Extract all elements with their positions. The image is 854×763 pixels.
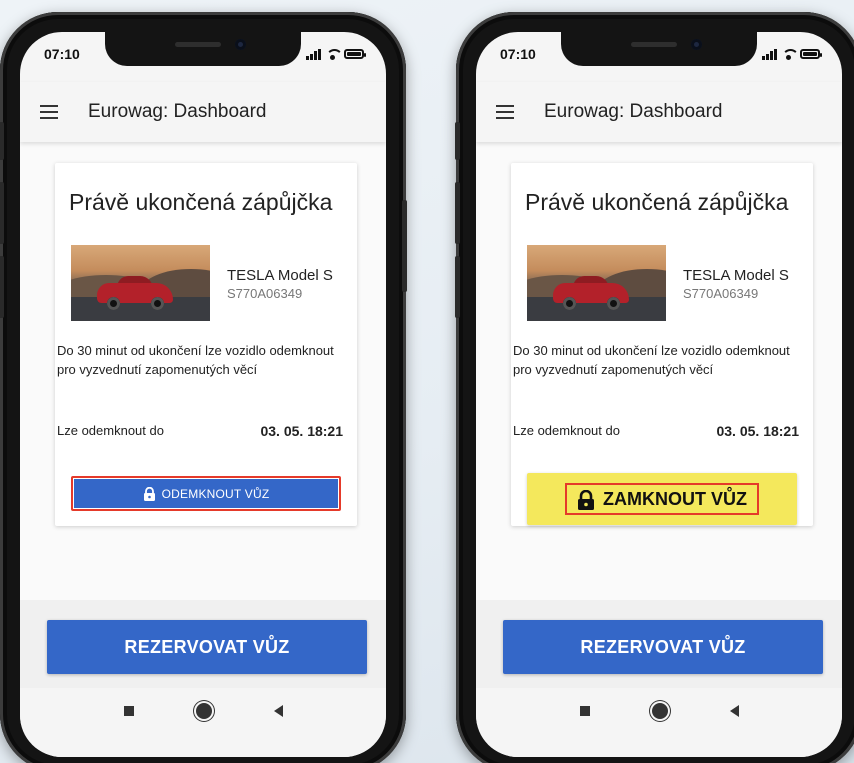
hamburger-menu-icon[interactable] bbox=[40, 105, 58, 119]
lock-car-highlight: ZAMKNOUT VŮZ bbox=[565, 483, 759, 515]
lock-icon bbox=[143, 486, 155, 501]
card-description: Do 30 minut od ukončení lze vozidlo odem… bbox=[513, 343, 790, 377]
car-image bbox=[71, 245, 210, 321]
rental-card: Právě ukončená zápůjčka TESLA Model S S7… bbox=[511, 163, 813, 526]
phone-left: 07:10 Eurowag: Dashboard Právě ukončená … bbox=[0, 12, 407, 763]
android-nav-bar bbox=[476, 688, 842, 757]
reserve-car-button[interactable]: REZERVOVAT VŮZ bbox=[47, 620, 367, 674]
status-time: 07:10 bbox=[44, 46, 80, 62]
car-plate: S770A06349 bbox=[227, 286, 303, 301]
power-button bbox=[402, 200, 407, 292]
app-title: Eurowag: Dashboard bbox=[544, 101, 723, 122]
app-bar: Eurowag: Dashboard bbox=[476, 82, 842, 142]
battery-icon bbox=[800, 49, 822, 59]
mute-switch bbox=[0, 122, 4, 160]
car-plate: S770A06349 bbox=[683, 286, 759, 301]
reserve-area: REZERVOVAT VŮZ bbox=[476, 600, 842, 688]
signal-icon bbox=[306, 48, 321, 60]
back-triangle-icon[interactable] bbox=[729, 705, 739, 717]
recent-apps-square-icon[interactable] bbox=[123, 706, 134, 716]
unlock-row: Lze odemknout do 03. 05. 18:21 bbox=[513, 423, 799, 439]
front-camera bbox=[235, 39, 246, 50]
unlock-row: Lze odemknout do 03. 05. 18:21 bbox=[57, 423, 343, 439]
unlock-car-button[interactable]: ODEMKNOUT VŮZ bbox=[71, 476, 341, 511]
volume-down-button bbox=[455, 256, 460, 318]
rental-card: Právě ukončená zápůjčka TESLA Model S S7… bbox=[55, 163, 357, 526]
status-icons bbox=[306, 48, 366, 61]
lock-icon bbox=[578, 489, 594, 510]
card-title: Právě ukončená zápůjčka bbox=[69, 189, 333, 215]
unlock-label: Lze odemknout do bbox=[513, 423, 620, 438]
front-camera bbox=[691, 39, 702, 50]
car-name: TESLA Model S bbox=[683, 267, 789, 284]
reserve-area: REZERVOVAT VŮZ bbox=[20, 600, 386, 688]
speaker bbox=[631, 42, 677, 47]
speaker bbox=[175, 42, 221, 47]
unlock-date: 03. 05. 18:21 bbox=[260, 423, 343, 439]
app-bar: Eurowag: Dashboard bbox=[20, 82, 386, 142]
unlock-car-label: ODEMKNOUT VŮZ bbox=[161, 486, 270, 501]
lock-car-button[interactable]: ZAMKNOUT VŮZ bbox=[527, 473, 797, 525]
hamburger-menu-icon[interactable] bbox=[496, 105, 514, 119]
screen-left: 07:10 Eurowag: Dashboard Právě ukončená … bbox=[20, 32, 386, 757]
unlock-date: 03. 05. 18:21 bbox=[716, 423, 799, 439]
screen-right: 07:10 Eurowag: Dashboard Právě ukončená … bbox=[476, 32, 842, 757]
content-area: Právě ukončená zápůjčka TESLA Model S S7… bbox=[476, 142, 842, 600]
lock-car-label: ZAMKNOUT VŮZ bbox=[603, 489, 747, 509]
recent-apps-square-icon[interactable] bbox=[579, 706, 590, 716]
card-title: Právě ukončená zápůjčka bbox=[525, 189, 789, 215]
back-triangle-icon[interactable] bbox=[273, 705, 283, 717]
volume-up-button bbox=[0, 182, 4, 244]
car-name: TESLA Model S bbox=[227, 267, 333, 284]
notch bbox=[561, 32, 757, 66]
reserve-car-button[interactable]: REZERVOVAT VŮZ bbox=[503, 620, 823, 674]
notch bbox=[105, 32, 301, 66]
battery-icon bbox=[344, 49, 366, 59]
status-time: 07:10 bbox=[500, 46, 536, 62]
signal-icon bbox=[762, 48, 777, 60]
phone-right: 07:10 Eurowag: Dashboard Právě ukončená … bbox=[455, 12, 854, 763]
home-circle-icon[interactable] bbox=[195, 703, 212, 719]
home-circle-icon[interactable] bbox=[651, 703, 668, 719]
car-image bbox=[527, 245, 666, 321]
android-nav-bar bbox=[20, 688, 386, 757]
wifi-icon bbox=[326, 48, 343, 61]
unlock-label: Lze odemknout do bbox=[57, 423, 164, 438]
content-area: Právě ukončená zápůjčka TESLA Model S S7… bbox=[20, 142, 386, 600]
app-title: Eurowag: Dashboard bbox=[88, 101, 267, 122]
volume-down-button bbox=[0, 256, 4, 318]
wifi-icon bbox=[782, 48, 799, 61]
card-description: Do 30 minut od ukončení lze vozidlo odem… bbox=[57, 343, 334, 377]
mute-switch bbox=[455, 122, 460, 160]
status-icons bbox=[762, 48, 822, 61]
volume-up-button bbox=[455, 182, 460, 244]
